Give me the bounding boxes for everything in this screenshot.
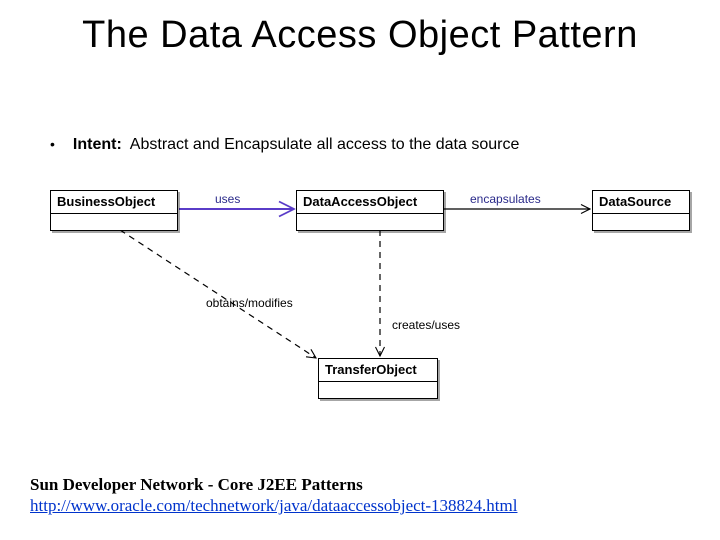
class-name: DataSource (593, 191, 689, 214)
class-name: TransferObject (319, 359, 437, 382)
bullet-icon: • (50, 137, 55, 151)
slide-title: The Data Access Object Pattern (0, 14, 720, 58)
intent-text: Abstract and Encapsulate all access to t… (130, 136, 520, 153)
class-body (51, 214, 177, 230)
class-body (297, 214, 443, 230)
footer-link[interactable]: http://www.oracle.com/technetwork/java/d… (30, 496, 517, 515)
class-body (593, 214, 689, 230)
relation-creates-label: creates/uses (392, 318, 460, 332)
footer: Sun Developer Network - Core J2EE Patter… (30, 474, 517, 517)
class-transfer-object: TransferObject (318, 358, 438, 399)
relation-encapsulates-label: encapsulates (470, 192, 541, 206)
uml-diagram: BusinessObject DataAccessObject DataSour… (30, 186, 690, 446)
class-name: BusinessObject (51, 191, 177, 214)
slide: The Data Access Object Pattern • Intent:… (0, 0, 720, 540)
intent-bullet: • Intent: Abstract and Encapsulate all a… (50, 136, 519, 154)
intent-label: Intent: (73, 136, 122, 153)
intent-line: Intent: Abstract and Encapsulate all acc… (73, 136, 519, 154)
relation-obtains-label: obtains/modifies (206, 296, 293, 310)
class-body (319, 382, 437, 398)
relation-uses-label: uses (215, 192, 240, 206)
class-name: DataAccessObject (297, 191, 443, 214)
class-business-object: BusinessObject (50, 190, 178, 231)
footer-source: Sun Developer Network - Core J2EE Patter… (30, 474, 517, 495)
class-data-source: DataSource (592, 190, 690, 231)
class-data-access-object: DataAccessObject (296, 190, 444, 231)
